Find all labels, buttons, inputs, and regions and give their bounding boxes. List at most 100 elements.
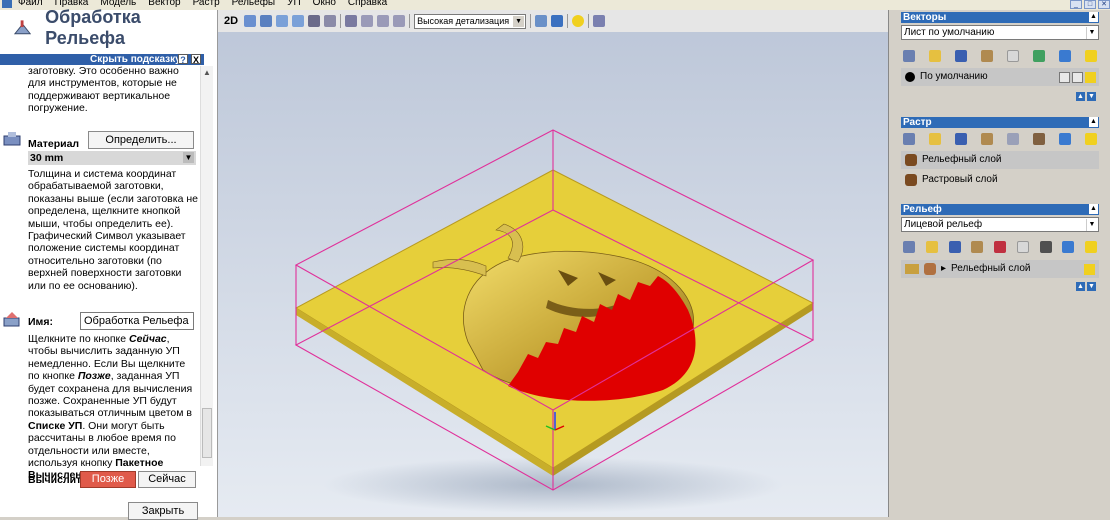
visibility-bulb-icon[interactable] xyxy=(1085,71,1096,83)
move-down-icon[interactable]: ▼ xyxy=(1087,92,1096,101)
material-help-text: Толщина и система координат обрабатываем… xyxy=(28,168,198,292)
visibility-bulb-icon[interactable] xyxy=(1084,263,1095,275)
bulb-icon[interactable] xyxy=(1085,241,1097,253)
close-button[interactable]: Закрыть xyxy=(128,502,198,520)
move-icon[interactable] xyxy=(260,15,273,27)
3d-viewport[interactable]: 2D Высокая детализация ▼ xyxy=(218,10,888,517)
scrollbar-thumb[interactable] xyxy=(202,408,212,458)
define-material-button[interactable]: Определить... xyxy=(88,131,194,149)
hide-hint-bar[interactable]: Скрыть подсказку ? X xyxy=(0,54,204,65)
vector-layer-row[interactable]: По умолчанию xyxy=(901,68,1099,86)
layer-icon[interactable] xyxy=(971,241,984,253)
close-hint-button[interactable]: X xyxy=(191,54,201,65)
raster-title: Растр xyxy=(903,117,932,128)
now-button[interactable]: Сейчас xyxy=(138,471,196,488)
front-view-icon[interactable] xyxy=(377,15,390,27)
maximize-button[interactable]: □ xyxy=(1084,0,1096,9)
raster-layer-icon xyxy=(905,174,917,186)
relief-layer-row[interactable]: ▸ Рельефный слой xyxy=(901,260,1099,278)
expand-arrow-icon[interactable]: ▸ xyxy=(941,260,946,278)
relief-machining-icon xyxy=(14,20,32,35)
raster-layer-row-1[interactable]: Рельефный слой xyxy=(901,151,1099,169)
menu-reliefs[interactable]: Рельефы xyxy=(232,0,275,8)
window-controls: _ □ ✕ xyxy=(1070,0,1110,9)
scroll-up-icon[interactable]: ▲ xyxy=(203,68,211,77)
close-window-button[interactable]: ✕ xyxy=(1098,0,1110,9)
move-down-icon[interactable]: ▼ xyxy=(1087,282,1096,291)
detail-level-select[interactable]: Высокая детализация ▼ xyxy=(414,13,527,29)
relief-mode-icon xyxy=(905,264,919,274)
menu-help[interactable]: Справка xyxy=(348,0,387,8)
hide-hint-label[interactable]: Скрыть подсказку xyxy=(90,54,181,65)
move-up-icon[interactable]: ▲ xyxy=(1076,92,1085,101)
new-layer-icon[interactable] xyxy=(903,133,915,145)
vector-layer-name: По умолчанию xyxy=(920,71,988,82)
zoom-selection-icon[interactable] xyxy=(324,15,337,27)
page-icon[interactable] xyxy=(1016,241,1029,253)
raster-layer-row-2[interactable]: Растровый слой xyxy=(901,171,1099,189)
zoom-out-icon[interactable] xyxy=(292,15,305,27)
zoom-in-icon[interactable] xyxy=(276,15,289,27)
lock-icon[interactable] xyxy=(1059,71,1070,83)
grid-icon[interactable] xyxy=(1039,241,1052,253)
delete-icon[interactable] xyxy=(1062,241,1075,253)
vector-sheet-select[interactable]: Лист по умолчанию ▼ xyxy=(901,25,1099,40)
menu-window[interactable]: Окно xyxy=(313,0,336,8)
layer-icon[interactable] xyxy=(981,133,993,145)
axes-icon[interactable] xyxy=(551,15,564,27)
menu-file[interactable]: Файл xyxy=(18,0,43,8)
2d-view-button[interactable]: 2D xyxy=(224,15,238,27)
material-icon xyxy=(3,132,21,146)
bulb-icon[interactable] xyxy=(1085,133,1097,145)
color-icon[interactable] xyxy=(1033,50,1045,62)
delete-icon[interactable] xyxy=(1059,133,1071,145)
bulb-icon[interactable] xyxy=(1085,50,1097,62)
pin-icon[interactable]: ▲ xyxy=(1089,117,1098,127)
view-toolbar: 2D Высокая детализация ▼ xyxy=(218,10,888,32)
open-icon[interactable] xyxy=(925,241,938,253)
panel-scrollbar[interactable]: ▲ xyxy=(200,66,213,466)
calc-help-text: Щелкните по кнопке Сейчас, чтобы вычисли… xyxy=(28,333,193,482)
material-thickness-select[interactable]: 30 mm ▼ xyxy=(28,151,196,165)
delete-icon[interactable] xyxy=(1059,50,1071,62)
relief-select[interactable]: Лицевой рельеф ▼ xyxy=(901,217,1099,232)
light-bulb-icon[interactable] xyxy=(572,15,585,27)
new-layer-icon[interactable] xyxy=(903,50,915,62)
pen-icon[interactable] xyxy=(1072,71,1083,83)
page-icon[interactable] xyxy=(1007,50,1019,62)
save-icon[interactable] xyxy=(948,241,961,253)
chevron-down-icon[interactable]: ▼ xyxy=(513,15,525,27)
menu-toolpaths[interactable]: УП xyxy=(287,0,301,8)
chevron-down-icon[interactable]: ▼ xyxy=(1086,27,1097,39)
merge-icon[interactable] xyxy=(1033,133,1045,145)
save-icon[interactable] xyxy=(955,133,967,145)
pin-icon[interactable]: ▲ xyxy=(1089,12,1098,22)
pin-icon[interactable]: ▲ xyxy=(1089,204,1098,214)
later-button[interactable]: Позже xyxy=(80,471,136,488)
minimize-button[interactable]: _ xyxy=(1070,0,1082,9)
chevron-down-icon[interactable]: ▼ xyxy=(183,152,194,163)
open-icon[interactable] xyxy=(929,133,941,145)
iso-view-icon[interactable] xyxy=(345,15,358,27)
chevron-down-icon[interactable]: ▼ xyxy=(1086,219,1097,231)
open-icon[interactable] xyxy=(929,50,941,62)
render-icon[interactable] xyxy=(535,15,548,27)
top-view-icon[interactable] xyxy=(361,15,374,27)
flatten-icon[interactable] xyxy=(1007,133,1019,145)
zoom-fit-icon[interactable] xyxy=(308,15,321,27)
save-icon[interactable] xyxy=(955,50,967,62)
relief-order-buttons: ▲ ▼ xyxy=(1076,282,1096,291)
layers-panel: Векторы ▲ Лист по умолчанию ▼ По умолчан… xyxy=(888,10,1110,517)
side-view-icon[interactable] xyxy=(393,15,406,27)
toolbar-separator xyxy=(567,14,569,28)
help-button[interactable]: ? xyxy=(178,54,188,65)
relief-layer-name: Рельефный слой xyxy=(951,263,1031,274)
layer-icon[interactable] xyxy=(981,50,993,62)
3d-scene xyxy=(294,129,815,513)
new-layer-icon[interactable] xyxy=(903,241,915,253)
move-up-icon[interactable]: ▲ xyxy=(1076,282,1085,291)
pan-icon[interactable] xyxy=(244,15,257,27)
palette-icon[interactable] xyxy=(593,15,606,27)
combine-icon[interactable] xyxy=(994,241,1006,253)
toolpath-name-input[interactable]: Обработка Рельефа xyxy=(80,312,194,330)
